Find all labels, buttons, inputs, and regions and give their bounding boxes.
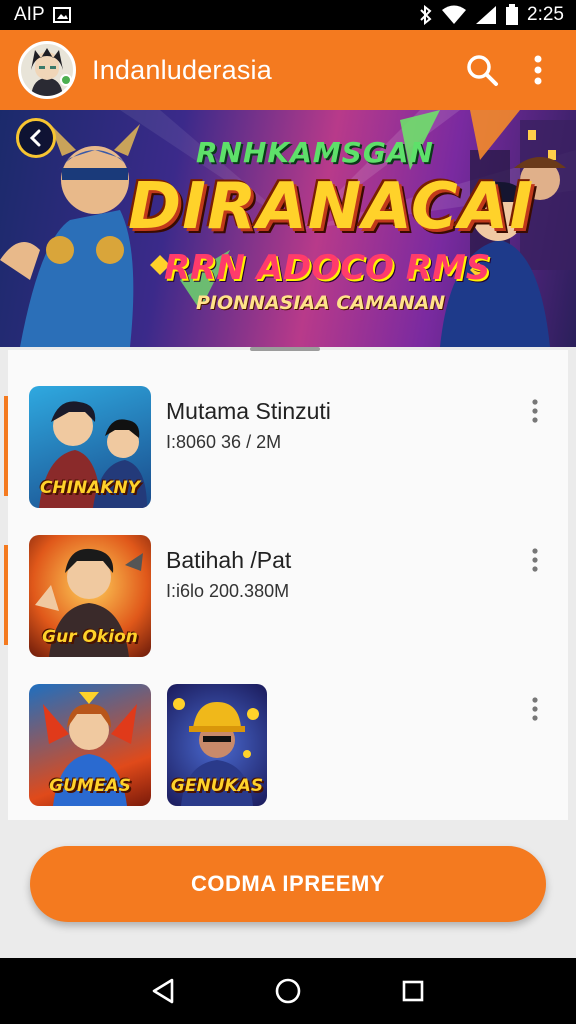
game-thumbnail[interactable]: GUMEAS	[29, 684, 151, 806]
game-thumbnail[interactable]: Gur Okion	[29, 535, 151, 657]
item-title: Mutama Stinzuti	[166, 398, 331, 424]
more-vert-icon	[534, 55, 542, 85]
banner-subtitle: RRN ADOCO RMS	[164, 248, 491, 288]
search-icon	[467, 55, 498, 86]
promo-banner[interactable]: RNHKAMSGAN DIRANACAI RRN ADOCO RMS PIONN…	[0, 110, 576, 347]
game-thumbnail[interactable]: CHINAKNY	[29, 386, 151, 508]
selection-accent	[4, 545, 8, 645]
app-title: Indanluderasia	[92, 54, 272, 85]
chevron-left-icon	[29, 129, 41, 147]
more-vert-icon	[532, 399, 538, 423]
battery-icon	[505, 4, 519, 26]
game-list: CHINAKNY Mutama Stinzuti I:8060 36 / 2M …	[4, 350, 568, 820]
nav-home-button[interactable]	[264, 967, 312, 1015]
app-bar: Indanluderasia	[0, 30, 576, 110]
system-nav-bar	[0, 958, 576, 1024]
avatar[interactable]	[18, 41, 76, 99]
status-left-text: AIP	[14, 4, 45, 25]
item-more-button[interactable]	[520, 694, 550, 724]
game-thumbnail[interactable]: GENUKAS	[167, 684, 267, 806]
banner-back-button[interactable]	[16, 118, 56, 158]
nav-back-button[interactable]	[139, 967, 187, 1015]
overflow-menu-button[interactable]	[516, 48, 560, 92]
back-triangle-icon	[152, 978, 173, 1004]
online-status-dot	[60, 74, 72, 86]
thumbnail-label: GENUKAS	[170, 776, 264, 796]
item-meta: I:8060 36 / 2M	[166, 432, 282, 452]
search-button[interactable]	[460, 48, 504, 92]
nav-recents-button[interactable]	[389, 967, 437, 1015]
drag-handle[interactable]	[250, 347, 320, 351]
thumbnail-label: GUMEAS	[49, 776, 131, 796]
item-meta: I:i6lo 200.380M	[166, 581, 290, 601]
thumbnail-label: CHINAKNY	[39, 478, 141, 498]
primary-cta-button[interactable]: CODMA IPREEMY	[30, 846, 546, 922]
more-vert-icon	[532, 697, 538, 721]
item-more-button[interactable]	[520, 545, 550, 575]
banner-tagline: PIONNASIAA CAMANAN	[196, 292, 446, 314]
item-title: Batihah /Pat	[166, 547, 292, 573]
wifi-icon	[441, 5, 467, 25]
list-item[interactable]: CHINAKNY Mutama Stinzuti I:8060 36 / 2M	[4, 386, 568, 516]
image-icon	[52, 7, 71, 23]
signal-icon	[475, 5, 497, 25]
list-item[interactable]: GUMEAS GENUKAS	[8, 684, 568, 814]
selection-accent	[4, 396, 8, 496]
bluetooth-icon	[419, 5, 433, 25]
status-time: 2:25	[527, 4, 564, 25]
home-circle-icon	[275, 978, 301, 1004]
list-item[interactable]: Gur Okion Batihah /Pat I:i6lo 200.380M	[4, 535, 568, 665]
recents-square-icon	[403, 980, 424, 1002]
status-bar: AIP 2:25	[0, 0, 576, 30]
item-more-button[interactable]	[520, 396, 550, 426]
banner-main-title: DIRANACAI	[128, 170, 535, 244]
banner-top-text: RNHKAMSGAN	[196, 136, 434, 169]
thumbnail-label: Gur Okion	[42, 627, 138, 647]
more-vert-icon	[532, 548, 538, 572]
